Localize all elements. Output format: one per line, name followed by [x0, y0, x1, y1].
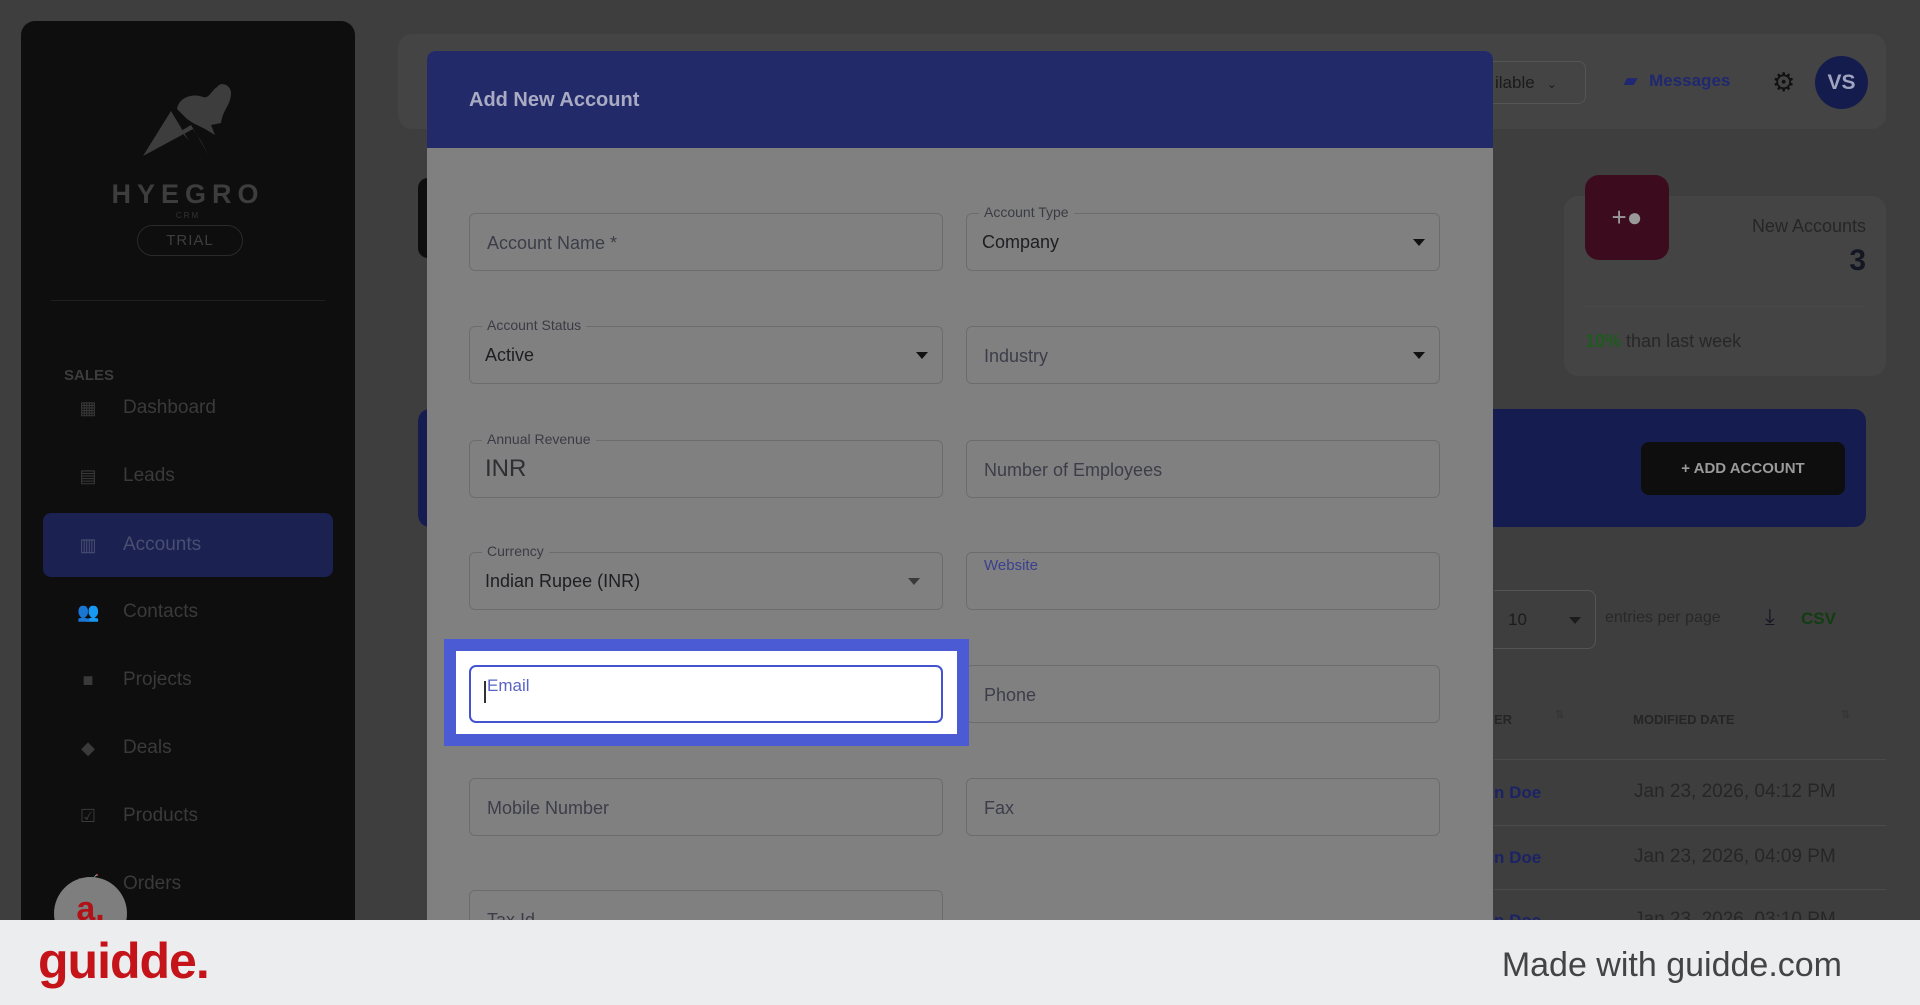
text-cursor	[484, 681, 486, 703]
account-status-select[interactable]: Account StatusActive	[469, 326, 943, 384]
sidebar-item-label: Contacts	[123, 601, 198, 623]
column-header-modified-date[interactable]: MODIFIED DATE	[1633, 712, 1735, 727]
sidebar-item-label: Accounts	[123, 534, 201, 556]
leads-icon: ▤	[77, 466, 99, 486]
hyegro-logo-icon	[141, 79, 237, 159]
clipboard-check-icon: ☑	[77, 806, 99, 826]
caret-down-icon	[1569, 617, 1581, 624]
mobile-input[interactable]: Mobile Number	[469, 778, 943, 836]
dashboard-icon: ▦	[77, 398, 99, 418]
placeholder: Mobile Number	[487, 798, 609, 819]
placeholder: Fax	[984, 798, 1014, 819]
column-header-owner[interactable]: ER	[1494, 712, 1512, 727]
guidde-tagline: Made with guidde.com	[1502, 946, 1842, 985]
sidebar-item-dashboard[interactable]: ▦ Dashboard	[43, 376, 333, 440]
table-divider	[1494, 759, 1886, 760]
placeholder: Number of Employees	[984, 460, 1162, 481]
account-name-input[interactable]: Account Name *	[469, 213, 943, 271]
sidebar: HYEGRO CRM TRIAL SALES ▦Dashboard ▤Leads…	[21, 21, 355, 981]
placeholder: Industry	[984, 346, 1048, 367]
fax-input[interactable]: Fax	[966, 778, 1440, 836]
owner-link[interactable]: n Doe	[1494, 783, 1541, 803]
csv-export-button[interactable]: CSV	[1801, 609, 1836, 629]
entries-select[interactable]: 10	[1494, 590, 1596, 649]
folder-icon: ■	[77, 670, 99, 690]
field-value: INR	[485, 455, 526, 483]
stat-divider	[1584, 306, 1864, 307]
sidebar-divider	[51, 300, 325, 301]
sidebar-item-label: Deals	[123, 737, 172, 759]
sidebar-item-leads[interactable]: ▤ Leads	[43, 444, 333, 508]
caret-down-icon	[916, 352, 928, 359]
sidebar-item-label: Projects	[123, 669, 192, 691]
chevron-down-icon: ⌄	[1547, 77, 1557, 91]
sidebar-item-contacts[interactable]: 👥 Contacts	[43, 580, 333, 644]
add-account-button[interactable]: + ADD ACCOUNT	[1641, 442, 1845, 495]
modal-header: Add New Account	[427, 51, 1493, 148]
sidebar-item-label: Orders	[123, 873, 181, 895]
industry-select[interactable]: Industry	[966, 326, 1440, 384]
owner-link[interactable]: n Doe	[1494, 848, 1541, 868]
field-label: Account Type	[979, 204, 1074, 220]
tag-icon: ◆	[77, 738, 99, 758]
sort-icon[interactable]: ⇅	[1841, 708, 1850, 721]
status-dropdown[interactable]: ilable ⌄	[1493, 61, 1586, 104]
field-value: Company	[982, 232, 1059, 253]
caret-down-icon	[1413, 352, 1425, 359]
field-value: Active	[485, 345, 534, 366]
table-divider	[1494, 825, 1886, 826]
field-label: Currency	[482, 543, 549, 559]
modified-date: Jan 23, 2026, 04:12 PM	[1634, 781, 1836, 803]
phone-input[interactable]: Phone	[966, 665, 1440, 723]
caret-down-icon	[908, 578, 920, 585]
stat-value: 3	[1849, 244, 1866, 278]
messages-link[interactable]: ▰ Messages	[1624, 71, 1730, 91]
download-icon[interactable]: ⤓	[1765, 604, 1775, 630]
guidde-logo: guidde.	[38, 932, 209, 990]
currency-select[interactable]: CurrencyIndian Rupee (INR)	[469, 552, 943, 610]
sort-icon[interactable]: ⇅	[1555, 708, 1564, 721]
accounts-icon: ▥	[77, 535, 99, 555]
stat-change: 10% than last week	[1585, 331, 1741, 352]
entries-label: entries per page	[1605, 609, 1721, 627]
field-label: Email	[487, 676, 530, 696]
trial-badge: TRIAL	[137, 225, 243, 256]
employees-input[interactable]: Number of Employees	[966, 440, 1440, 498]
sidebar-item-label: Products	[123, 805, 198, 827]
annual-revenue-input[interactable]: Annual RevenueINR	[469, 440, 943, 498]
sidebar-item-label: Leads	[123, 465, 175, 487]
sidebar-item-accounts[interactable]: ▥ Accounts	[43, 513, 333, 577]
sidebar-item-label: Dashboard	[123, 397, 216, 419]
placeholder: Account Name *	[487, 233, 617, 254]
sidebar-item-deals[interactable]: ◆ Deals	[43, 716, 333, 780]
sidebar-item-projects[interactable]: ■ Projects	[43, 648, 333, 712]
entries-value: 10	[1508, 610, 1527, 630]
field-value: Indian Rupee (INR)	[485, 571, 640, 592]
contacts-icon: 👥	[77, 602, 99, 622]
user-avatar[interactable]: VS	[1815, 56, 1868, 109]
chat-icon: ▰	[1624, 71, 1637, 91]
modal-title: Add New Account	[469, 89, 639, 112]
stat-label: New Accounts	[1752, 216, 1866, 237]
messages-label: Messages	[1649, 71, 1730, 91]
status-value: ilable	[1495, 73, 1535, 92]
caret-down-icon	[1413, 239, 1425, 246]
modified-date: Jan 23, 2026, 04:09 PM	[1634, 846, 1836, 868]
field-label: Website	[984, 557, 1038, 574]
table-divider	[1494, 889, 1886, 890]
stat-change-value: 10%	[1585, 331, 1621, 351]
sidebar-item-products[interactable]: ☑ Products	[43, 784, 333, 848]
account-type-select[interactable]: Account TypeCompany	[966, 213, 1440, 271]
website-input[interactable]: Website	[966, 552, 1440, 610]
guidde-footer: guidde. Made with guidde.com	[0, 920, 1920, 1005]
brand-name: HYEGRO	[21, 179, 355, 210]
field-label: Account Status	[482, 317, 586, 333]
email-input[interactable]: Email	[469, 665, 943, 723]
placeholder: Phone	[984, 685, 1036, 706]
field-label: Annual Revenue	[482, 431, 596, 447]
gear-icon[interactable]: ⚙	[1772, 67, 1795, 98]
brand-subtitle: CRM	[21, 211, 355, 220]
stat-change-text: than last week	[1626, 331, 1741, 351]
add-person-icon: +●	[1585, 175, 1669, 260]
